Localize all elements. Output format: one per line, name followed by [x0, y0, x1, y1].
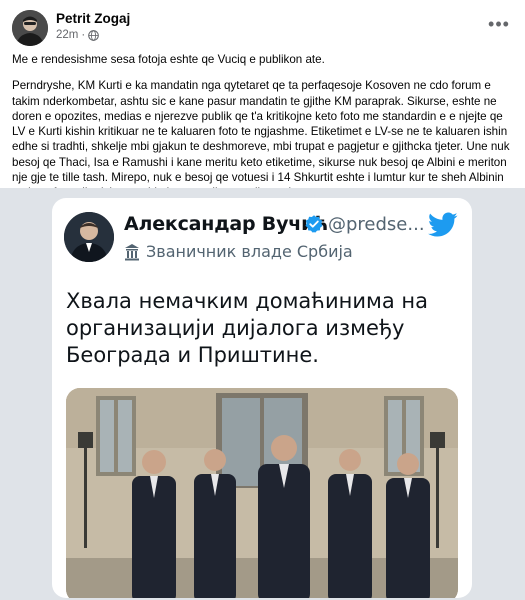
tweet-screenshot: Александар Вучић @predse... Званичник вл…	[52, 198, 472, 598]
twitter-bird-icon	[428, 212, 458, 237]
ellipsis-icon: •••	[488, 14, 510, 34]
tweet-author-avatar	[64, 212, 114, 262]
government-building-icon	[125, 243, 139, 260]
tweet-text: Хвала немачким домаћинима на организациј…	[66, 289, 428, 367]
post-paragraph: Me e rendesishme sesa fotoja eshte qe Vu…	[12, 53, 325, 66]
more-options-button[interactable]: •••	[485, 10, 513, 38]
author-avatar[interactable]	[12, 10, 48, 46]
post-header: Petrit Zogaj 22m · •••	[12, 10, 513, 46]
tweet-subline: Званичник владе Србија	[124, 242, 353, 261]
post-meta: 22m ·	[56, 29, 100, 41]
post-time[interactable]: 22m	[56, 29, 78, 41]
verified-badge-icon	[305, 215, 323, 233]
tweet-author-name: Александар Вучић	[124, 213, 328, 235]
author-name[interactable]: Petrit Zogaj	[56, 11, 130, 26]
facebook-post: Petrit Zogaj 22m · ••• Me e rendesishme …	[0, 0, 525, 600]
tweet-author-handle: @predse...	[328, 214, 425, 235]
tweet-author-label: Званичник владе Србија	[146, 242, 353, 261]
post-image[interactable]: Александар Вучић @predse... Званичник вл…	[0, 188, 525, 600]
post-paragraph: Perndryshe, KM Kurti e ka mandatin nga q…	[12, 79, 510, 199]
tweet-photo	[66, 388, 458, 598]
globe-icon	[88, 29, 100, 41]
separator-dot: ·	[81, 29, 86, 41]
